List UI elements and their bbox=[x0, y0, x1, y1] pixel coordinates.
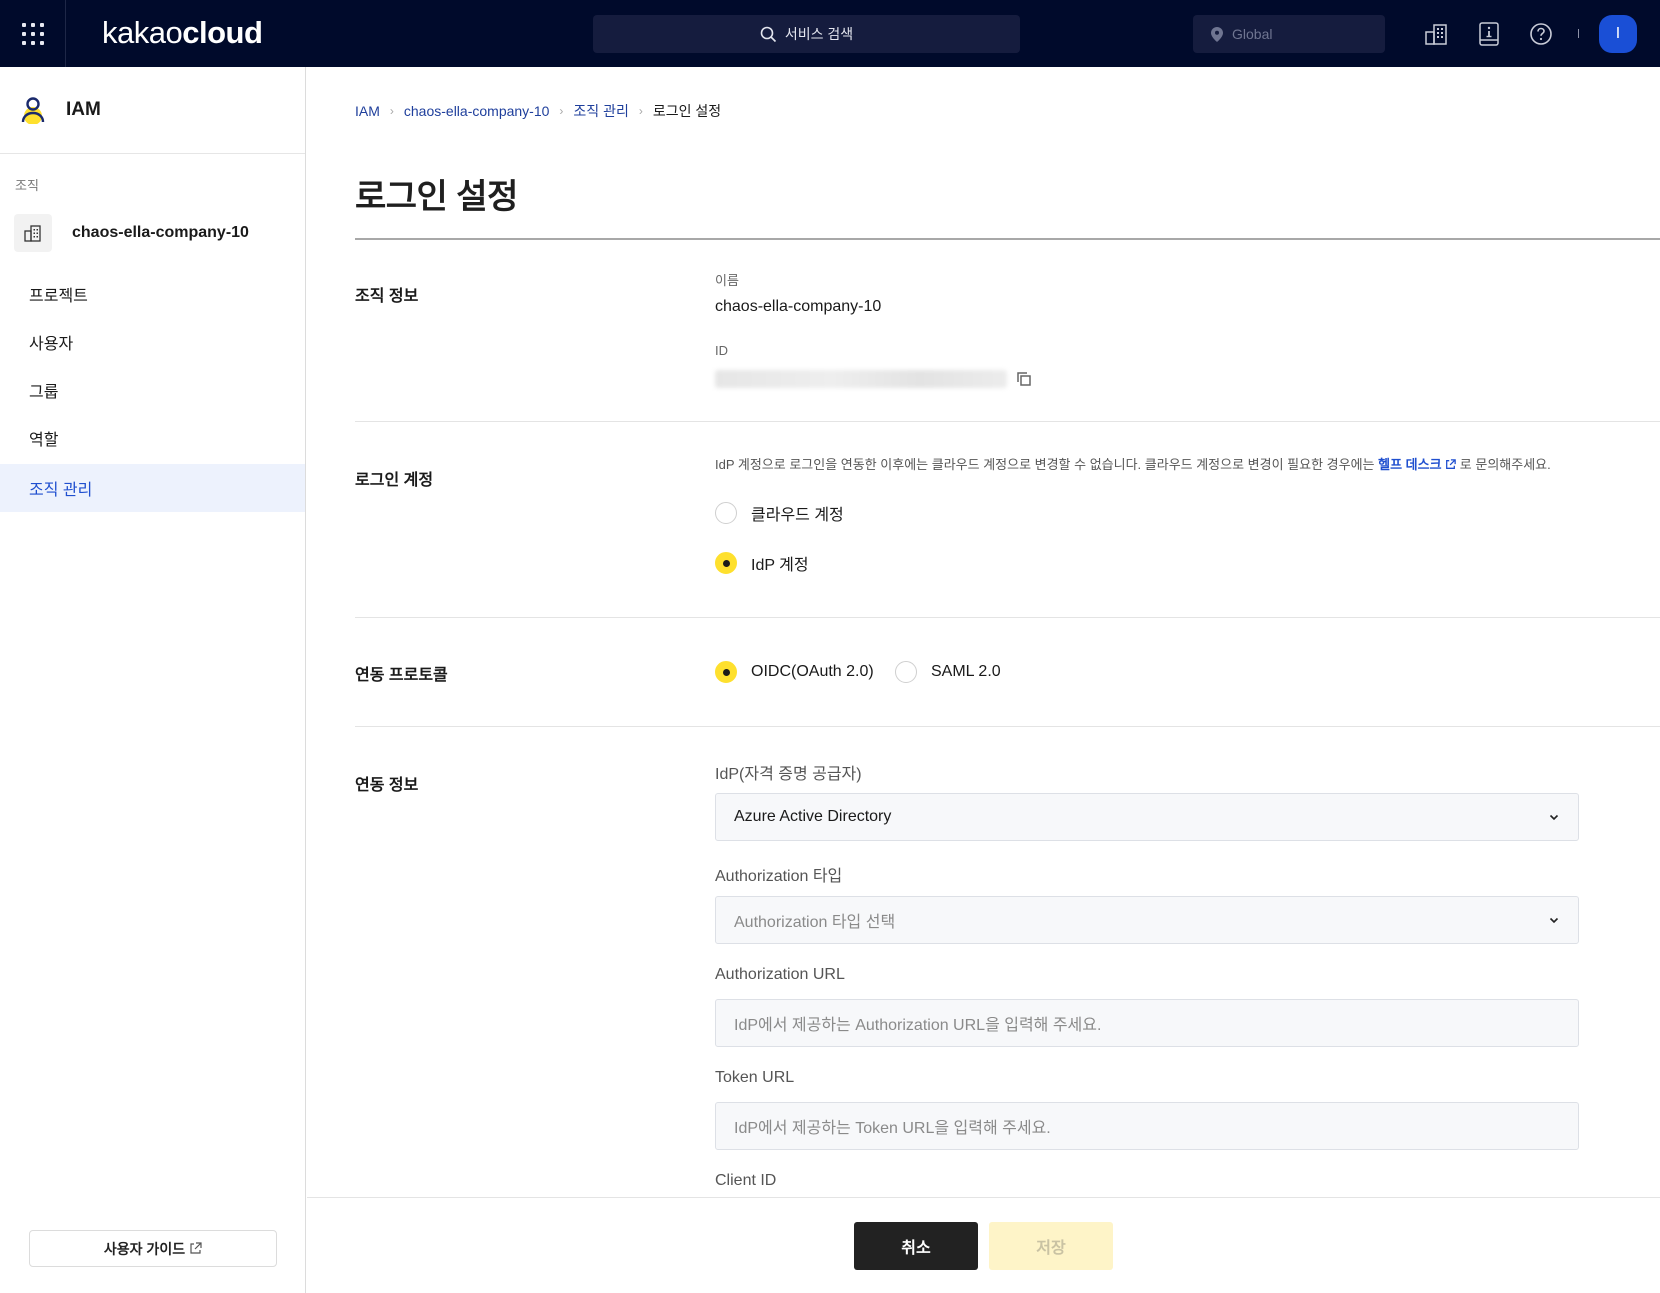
top-header: kakaocloud 서비스 검색 Global I bbox=[0, 0, 1660, 67]
sidebar-org-name: chaos-ella-company-10 bbox=[72, 223, 249, 241]
docs-button[interactable] bbox=[1475, 20, 1503, 48]
sidebar-item-org-management[interactable]: 조직 관리 bbox=[0, 464, 305, 512]
org-id-value-redacted bbox=[715, 370, 1007, 388]
help-circle-icon bbox=[1530, 23, 1552, 45]
section-label-org-info: 조직 정보 bbox=[355, 288, 419, 305]
client-id-label: Client ID bbox=[715, 1172, 777, 1189]
breadcrumb-org-management[interactable]: 조직 관리 bbox=[573, 101, 628, 121]
search-icon bbox=[760, 26, 776, 42]
chevron-right-icon: › bbox=[389, 104, 394, 118]
chevron-right-icon: › bbox=[638, 104, 643, 118]
breadcrumb-current: 로그인 설정 bbox=[652, 103, 722, 119]
id-label: ID bbox=[715, 343, 728, 358]
cancel-button[interactable]: 취소 bbox=[854, 1222, 978, 1270]
info-book-icon bbox=[1479, 22, 1499, 46]
section-label-federation: 연동 정보 bbox=[355, 777, 419, 794]
sidebar-org-item[interactable]: chaos-ella-company-10 bbox=[14, 213, 249, 252]
sidebar-section-label: 조직 bbox=[15, 178, 39, 193]
organization-button[interactable] bbox=[1422, 20, 1450, 48]
app-menu-button[interactable] bbox=[0, 0, 66, 67]
section-label-login-account: 로그인 계정 bbox=[355, 472, 434, 489]
radio-saml[interactable]: SAML 2.0 bbox=[895, 661, 1001, 683]
radio-cloud-account[interactable]: 클라우드 계정 bbox=[715, 501, 844, 525]
copy-icon bbox=[1017, 372, 1031, 386]
auth-url-label: Authorization URL bbox=[715, 966, 845, 983]
chevron-down-icon bbox=[1549, 814, 1559, 821]
service-search-input[interactable]: 서비스 검색 bbox=[593, 15, 1020, 53]
chevron-right-icon: › bbox=[559, 104, 564, 118]
breadcrumb: IAM › chaos-ella-company-10 › 조직 관리 › 로그… bbox=[355, 101, 721, 121]
location-pin-icon bbox=[1211, 26, 1223, 42]
region-label: Global bbox=[1232, 26, 1273, 42]
page-title: 로그인 설정 bbox=[355, 178, 518, 216]
sidebar-item-projects[interactable]: 프로젝트 bbox=[0, 270, 305, 318]
header-divider bbox=[1578, 29, 1579, 38]
sidebar-item-users[interactable]: 사용자 bbox=[0, 318, 305, 366]
sidebar: IAM 조직 chaos-ella-company-10 프로젝트 사용자 그룹… bbox=[0, 67, 306, 1293]
idp-label: IdP(자격 증명 공급자) bbox=[715, 766, 862, 783]
external-link-icon bbox=[190, 1242, 202, 1254]
radio-unchecked-icon bbox=[895, 661, 917, 683]
form-footer: 취소 저장 bbox=[307, 1197, 1660, 1293]
iam-user-icon bbox=[21, 97, 45, 124]
help-button[interactable] bbox=[1527, 20, 1555, 48]
radio-idp-account[interactable]: IdP 계정 bbox=[715, 551, 809, 575]
copy-id-button[interactable] bbox=[1016, 371, 1034, 389]
org-name-value: chaos-ella-company-10 bbox=[715, 298, 882, 315]
sidebar-service-header: IAM bbox=[0, 67, 305, 154]
sidebar-item-groups[interactable]: 그룹 bbox=[0, 366, 305, 414]
building-icon bbox=[1425, 24, 1447, 45]
kakaocloud-logo[interactable]: kakaocloud bbox=[102, 14, 263, 52]
grid-icon bbox=[21, 22, 44, 45]
login-account-notice: IdP 계정으로 로그인을 연동한 이후에는 클라우드 계정으로 변경할 수 없… bbox=[715, 457, 1551, 472]
sidebar-service-title: IAM bbox=[66, 99, 101, 120]
chevron-down-icon bbox=[1549, 917, 1559, 924]
help-desk-link[interactable]: 헬프 데스크 bbox=[1378, 457, 1456, 472]
save-button[interactable]: 저장 bbox=[989, 1222, 1113, 1270]
user-guide-button[interactable]: 사용자 가이드 bbox=[29, 1230, 277, 1267]
building-icon bbox=[14, 213, 52, 252]
idp-select[interactable]: Azure Active Directory bbox=[715, 793, 1579, 841]
token-url-input[interactable]: IdP에서 제공하는 Token URL을 입력해 주세요. bbox=[715, 1102, 1579, 1150]
sidebar-item-roles[interactable]: 역할 bbox=[0, 414, 305, 462]
radio-checked-icon bbox=[715, 661, 737, 683]
external-link-icon bbox=[1446, 459, 1456, 469]
auth-url-input[interactable]: IdP에서 제공하는 Authorization URL을 입력해 주세요. bbox=[715, 999, 1579, 1047]
breadcrumb-iam[interactable]: IAM bbox=[355, 103, 380, 119]
section-label-protocol: 연동 프로토콜 bbox=[355, 667, 448, 684]
title-divider bbox=[355, 238, 1660, 240]
section-divider bbox=[355, 617, 1660, 618]
name-label: 이름 bbox=[715, 273, 739, 288]
user-avatar[interactable]: I bbox=[1599, 15, 1637, 53]
token-url-label: Token URL bbox=[715, 1069, 795, 1086]
radio-unchecked-icon bbox=[715, 502, 737, 524]
section-divider bbox=[355, 726, 1660, 727]
auth-type-select[interactable]: Authorization 타입 선택 bbox=[715, 896, 1579, 944]
auth-type-label: Authorization 타입 bbox=[715, 868, 843, 885]
region-selector[interactable]: Global bbox=[1193, 15, 1385, 53]
radio-checked-icon bbox=[715, 552, 737, 574]
section-divider bbox=[355, 421, 1660, 422]
search-placeholder: 서비스 검색 bbox=[784, 26, 854, 42]
breadcrumb-org[interactable]: chaos-ella-company-10 bbox=[404, 103, 550, 119]
radio-oidc[interactable]: OIDC(OAuth 2.0) bbox=[715, 661, 874, 683]
